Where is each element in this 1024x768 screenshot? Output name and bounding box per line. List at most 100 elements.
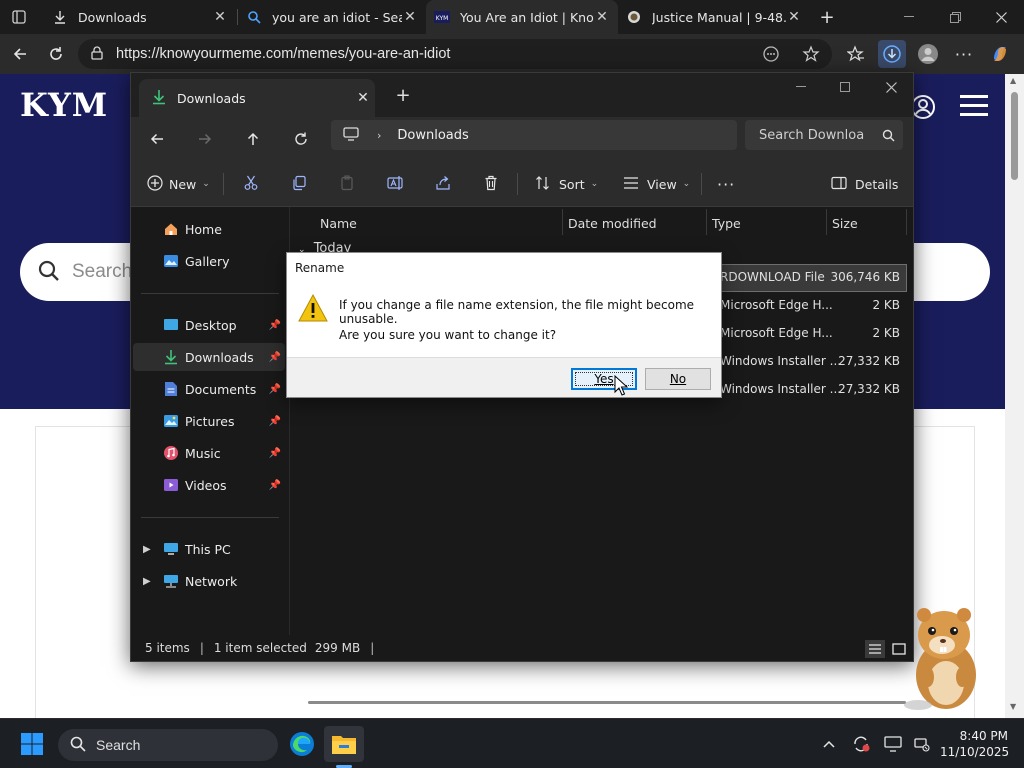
explorer-tab-downloads[interactable]: Downloads ✕ [139, 79, 375, 117]
svg-text:KYM: KYM [436, 15, 449, 22]
column-header-date[interactable]: Date modified [568, 211, 657, 235]
taskbar-explorer-app[interactable] [324, 726, 364, 762]
sidebar-item-network[interactable]: ▶ Network [133, 567, 285, 595]
more-options-icon[interactable]: ··· [717, 170, 735, 198]
tab-actions-icon[interactable] [4, 6, 34, 28]
browser-tab-downloads[interactable]: Downloads ✕ [44, 0, 236, 34]
sidebar-divider [141, 517, 279, 518]
close-icon[interactable]: ✕ [351, 90, 375, 106]
column-header-name[interactable]: Name [320, 211, 357, 235]
close-icon[interactable]: ✕ [212, 9, 228, 25]
site-info-icon[interactable] [90, 45, 104, 63]
cut-button[interactable] [243, 170, 259, 198]
chevron-up-icon[interactable] [818, 733, 840, 755]
browser-tab-search[interactable]: you are an idiot - Search ✕ [238, 0, 426, 34]
view-button[interactable]: View ⌄ [623, 170, 690, 198]
page-scrollbar[interactable]: ▲ ▼ [1005, 74, 1024, 718]
browser-tab-kym[interactable]: KYM You Are an Idiot | Know ✕ [426, 0, 618, 34]
chevron-right-icon[interactable]: ▶ [143, 576, 151, 587]
sidebar-item-downloads[interactable]: Downloads 📌 [133, 343, 285, 371]
scroll-down-icon[interactable]: ▼ [1010, 702, 1016, 711]
path-segment-downloads[interactable]: Downloads [397, 128, 468, 143]
downloads-button[interactable] [878, 40, 906, 68]
copy-button[interactable] [291, 170, 307, 198]
new-tab-icon[interactable]: + [393, 85, 413, 106]
close-icon[interactable]: ✕ [786, 9, 802, 25]
scroll-up-icon[interactable]: ▲ [1010, 76, 1016, 85]
taskbar-edge-app[interactable] [282, 726, 322, 762]
new-button[interactable]: New ⌄ [147, 170, 210, 198]
monitor-icon[interactable] [882, 733, 904, 755]
taskbar-search-label: Search [96, 737, 141, 753]
delete-button[interactable] [483, 170, 499, 198]
refresh-icon[interactable] [287, 125, 315, 153]
address-bar[interactable]: https://knowyourmeme.com/memes/you-are-a… [78, 39, 832, 69]
sidebar-item-home[interactable]: Home [133, 215, 285, 243]
sidebar-item-label: Gallery [185, 253, 230, 269]
forward-icon[interactable] [191, 125, 219, 153]
close-icon[interactable]: ✕ [594, 9, 610, 25]
sync-alert-icon[interactable] [850, 733, 872, 755]
copilot-icon[interactable] [986, 40, 1014, 68]
browser-tab-justice[interactable]: Justice Manual | 9-48.00 ✕ [618, 0, 810, 34]
network-disconnected-icon[interactable] [910, 733, 932, 755]
sidebar-item-music[interactable]: Music 📌 [133, 439, 285, 467]
close-window-icon[interactable] [871, 77, 911, 97]
chevron-right-icon[interactable]: ▶ [143, 544, 151, 555]
pin-icon[interactable]: 📌 [269, 384, 281, 395]
sidebar-item-this-pc[interactable]: ▶ This PC [133, 535, 285, 563]
sidebar-item-pictures[interactable]: Pictures 📌 [133, 407, 285, 435]
chevron-right-icon[interactable]: › [377, 129, 381, 142]
start-button[interactable] [12, 726, 52, 762]
horizontal-scrollbar[interactable] [308, 701, 906, 704]
column-header-type[interactable]: Type [712, 211, 741, 235]
taskbar-search[interactable]: Search [58, 729, 278, 761]
pc-icon [163, 541, 179, 557]
close-window-icon[interactable] [986, 6, 1016, 28]
kym-logo[interactable]: KYM [20, 86, 108, 124]
details-button[interactable]: Details [831, 170, 898, 198]
explorer-search-input[interactable]: Search Downloa [745, 120, 903, 150]
maximize-icon[interactable] [825, 77, 865, 97]
restore-icon[interactable] [940, 6, 970, 28]
sidebar-item-desktop[interactable]: Desktop 📌 [133, 311, 285, 339]
column-header-size[interactable]: Size [832, 211, 858, 235]
close-icon[interactable]: ✕ [402, 9, 418, 25]
pin-icon[interactable]: 📌 [269, 448, 281, 459]
scrollbar-thumb[interactable] [1011, 92, 1018, 180]
column-divider[interactable] [826, 209, 827, 235]
share-button[interactable] [435, 170, 451, 198]
sidebar-item-gallery[interactable]: Gallery [133, 247, 285, 275]
column-divider[interactable] [706, 209, 707, 235]
refresh-icon[interactable] [42, 40, 70, 68]
gallery-icon [163, 253, 179, 269]
paste-button[interactable] [339, 170, 355, 198]
up-icon[interactable] [239, 125, 267, 153]
back-icon[interactable] [143, 125, 171, 153]
hamburger-menu-icon[interactable] [960, 94, 990, 121]
favorites-icon[interactable] [842, 40, 870, 68]
column-divider[interactable] [906, 209, 907, 235]
tab-label: Downloads [78, 9, 147, 25]
rename-button[interactable] [387, 170, 405, 198]
pin-icon[interactable]: 📌 [269, 352, 281, 363]
sidebar-item-videos[interactable]: Videos 📌 [133, 471, 285, 499]
favorite-star-icon[interactable] [800, 44, 822, 64]
pin-icon[interactable]: 📌 [269, 416, 281, 427]
back-icon[interactable] [6, 40, 34, 68]
sidebar-item-documents[interactable]: Documents 📌 [133, 375, 285, 403]
pin-icon[interactable]: 📌 [269, 320, 281, 331]
column-divider[interactable] [562, 209, 563, 235]
details-view-icon[interactable] [865, 640, 885, 658]
clock[interactable]: 8:40 PM 11/10/2025 [940, 728, 1009, 760]
more-options-icon[interactable]: ··· [950, 40, 978, 68]
sort-button[interactable]: Sort ⌄ [535, 170, 598, 198]
no-button[interactable]: No [645, 368, 711, 390]
minimize-icon[interactable] [894, 6, 924, 28]
reading-mode-icon[interactable] [760, 44, 782, 64]
pin-icon[interactable]: 📌 [269, 480, 281, 491]
minimize-icon[interactable] [781, 77, 821, 97]
profile-avatar[interactable] [914, 40, 942, 68]
new-tab-icon[interactable]: + [812, 6, 842, 28]
address-path-bar[interactable]: › Downloads [331, 120, 737, 150]
